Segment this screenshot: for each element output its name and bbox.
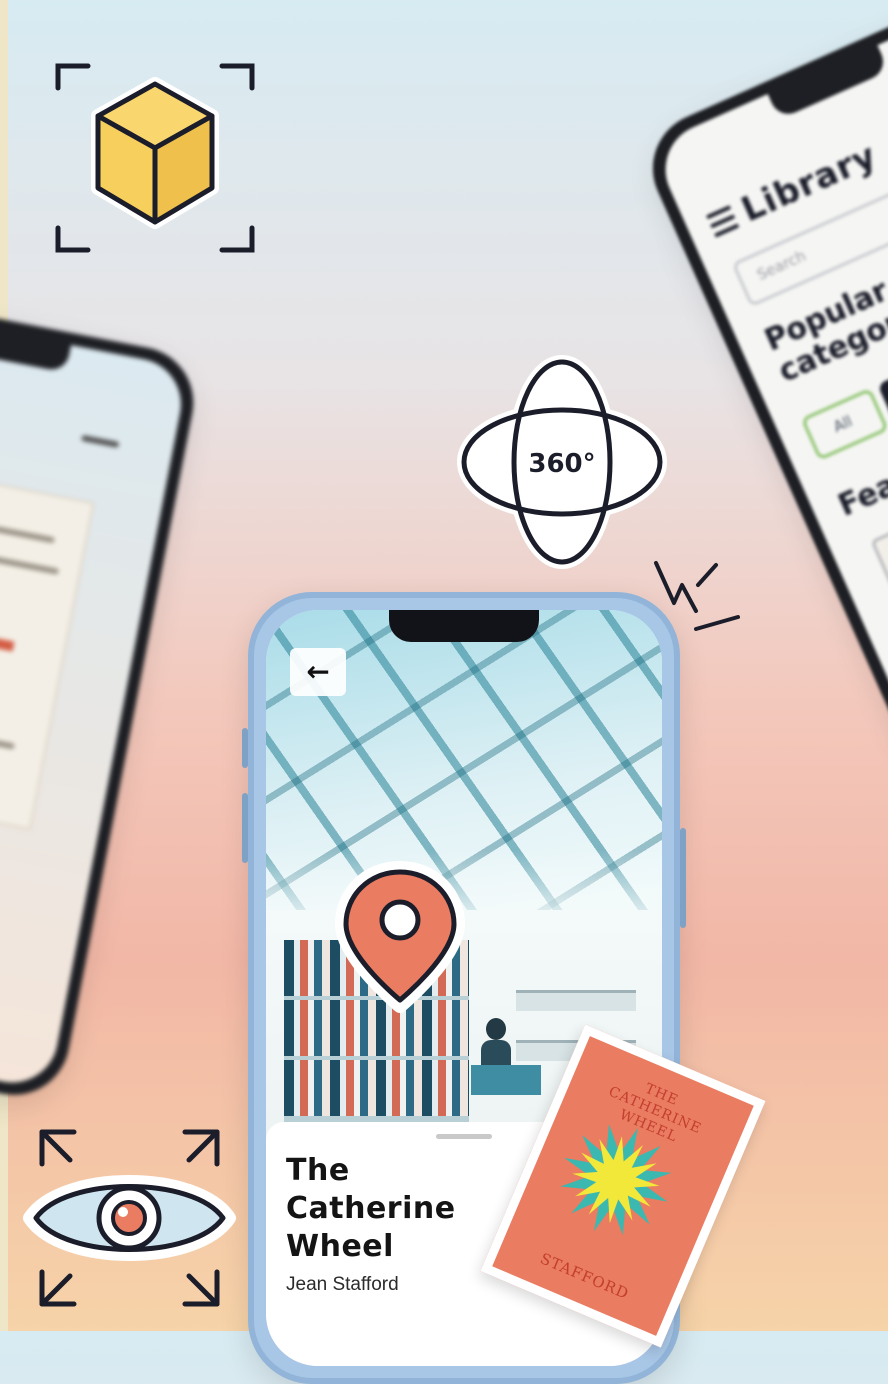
library-screen: Library Search Popular categories All Fe…	[650, 0, 888, 819]
phone-mute-button	[242, 728, 248, 768]
arrow-left-icon: ←	[306, 655, 330, 688]
featured-book-card[interactable]	[870, 489, 888, 702]
left-phone-mockup	[0, 285, 203, 1105]
orbit-360-label: 360°	[528, 449, 595, 479]
book-cover-blurred	[0, 469, 95, 831]
search-placeholder: Search	[754, 246, 809, 284]
sheet-grabber[interactable]	[436, 1134, 492, 1139]
location-pin-icon	[330, 858, 470, 1018]
category-chip-all[interactable]: All	[800, 387, 888, 461]
left-phone-screen	[0, 299, 189, 1091]
phone-notch	[389, 610, 539, 642]
orbit-360-icon: 360°	[450, 350, 675, 570]
chip-all-label: All	[830, 412, 855, 437]
menu-icon[interactable]	[705, 205, 742, 243]
spark-doodle-icon	[648, 555, 748, 635]
phone-power-button	[680, 828, 686, 928]
eye-icon	[22, 1118, 237, 1318]
menu-icon[interactable]	[80, 434, 120, 448]
library-desk	[471, 1065, 541, 1095]
ar-cube-icon	[40, 48, 270, 268]
back-button[interactable]: ←	[290, 648, 346, 696]
phone-volume-up-button	[242, 793, 248, 863]
book-author: Jean Stafford	[286, 1274, 399, 1295]
